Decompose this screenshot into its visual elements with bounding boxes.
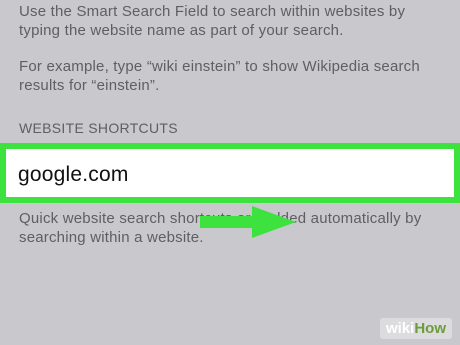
website-shortcut-label: google.com xyxy=(18,163,129,186)
wikihow-watermark: wikiHow xyxy=(379,318,452,339)
website-shortcut-row[interactable]: google.com xyxy=(0,143,460,203)
watermark-wiki: wiki xyxy=(385,320,415,337)
arrow-right-icon xyxy=(200,206,296,238)
example-description: For example, type “wiki einstein” to sho… xyxy=(19,58,420,94)
section-header-website-shortcuts: WEBSITE SHORTCUTS xyxy=(19,120,178,136)
watermark-how: How xyxy=(414,320,446,337)
smart-search-description: Use the Smart Search Field to search wit… xyxy=(19,3,406,39)
